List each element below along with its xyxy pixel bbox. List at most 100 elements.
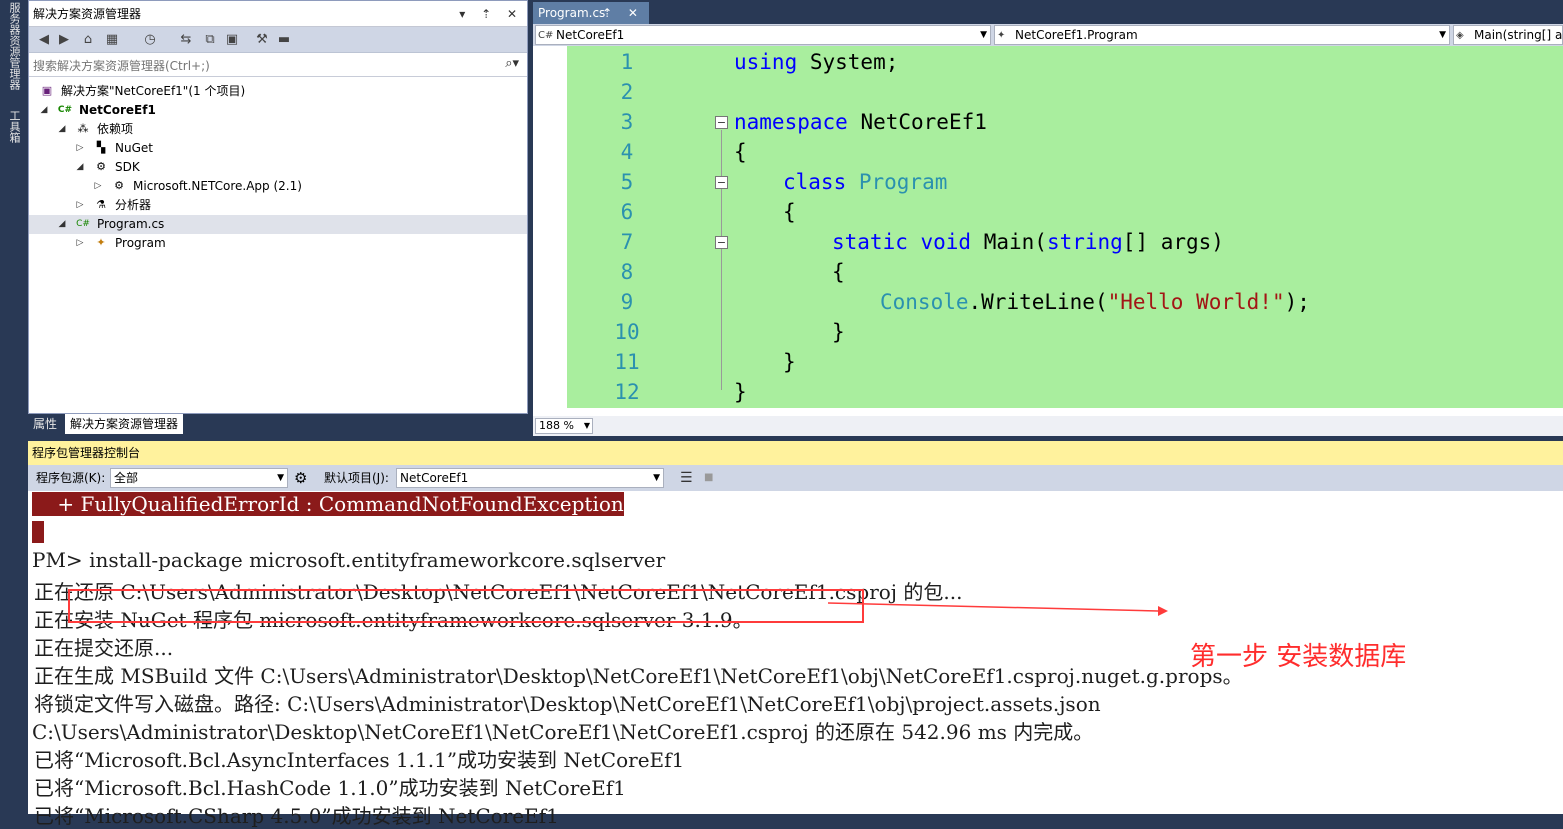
command-line: PM> install-package microsoft.entityfram… — [32, 548, 665, 572]
tab-program-cs[interactable]: Program.cs ⇡ ✕ — [533, 2, 649, 24]
console-output[interactable]: + FullyQualifiedErrorId : CommandNotFoun… — [28, 491, 1563, 828]
project-dropdown[interactable]: C# NetCoreEf1 ▼ — [535, 25, 991, 45]
expand-arrow-icon[interactable]: ◢ — [75, 158, 85, 177]
collapse-arrow-icon[interactable]: ▷ — [75, 139, 85, 158]
console-prompt: PM> — [32, 548, 90, 572]
line-number: 1 — [620, 50, 634, 74]
line-number: 4 — [620, 140, 634, 164]
solution-search-box[interactable]: ⌕▾ — [29, 53, 527, 77]
collapse-arrow-icon[interactable]: ▷ — [75, 234, 85, 253]
tab-properties[interactable]: 属性 — [28, 414, 62, 434]
toolbox-tab[interactable]: 工具箱 — [4, 110, 24, 143]
code-area[interactable]: 1 2 3 4 5 6 7 8 9 10 11 12 − − − using S… — [567, 46, 1563, 408]
line-number: 5 — [620, 170, 634, 194]
sync-icon[interactable]: ⇆ — [177, 31, 195, 49]
package-manager-console: 程序包管理器控制台 程序包源(K): 全部 ▼ ⚙ 默认项目(J): NetCo… — [28, 441, 1563, 828]
member-dropdown[interactable]: ◈ Main(string[] ar — [1453, 25, 1563, 45]
chevron-down-icon: ▼ — [1439, 30, 1446, 40]
default-project-label: 默认项目(J): — [324, 471, 389, 485]
code-editor[interactable]: 1 2 3 4 5 6 7 8 9 10 11 12 − − − using S… — [533, 46, 1563, 416]
line-number: 12 — [614, 380, 640, 404]
back-icon[interactable]: ◀ — [35, 31, 53, 49]
expand-arrow-icon[interactable]: ◢ — [39, 101, 49, 120]
tree-item-solution[interactable]: ▣ 解决方案"NetCoreEf1"(1 个项目) — [29, 82, 527, 101]
gear-icon[interactable]: ⚙ — [294, 465, 307, 491]
code-line-10: } — [832, 320, 845, 344]
tree-item-nuget[interactable]: ▷ ▚ NuGet — [29, 139, 527, 158]
properties-wrench-icon[interactable]: ⚒ — [253, 31, 271, 49]
solution-explorer-title-bar: 解决方案资源管理器 ▾ ⇡ ✕ — [29, 1, 527, 27]
class-icon: ✦ — [997, 30, 1006, 41]
line-number: 3 — [620, 110, 634, 134]
output-line: C:\Users\Administrator\Desktop\NetCoreEf… — [32, 720, 1094, 744]
output-line: 已将“Microsoft.CSharp 4.5.0”成功安装到 NetCoreE… — [34, 804, 559, 828]
show-all-files-icon[interactable]: ▣ — [223, 31, 241, 49]
fold-collapse-icon[interactable]: − — [715, 116, 728, 129]
annotation-text: 第一步 安装数据库 — [1190, 642, 1407, 672]
zoom-dropdown[interactable]: 188 % ▼ — [535, 418, 593, 434]
method-icon: ◈ — [1456, 30, 1464, 41]
code-line-6: { — [783, 200, 796, 224]
editor-left-margin — [533, 46, 567, 416]
forward-icon[interactable]: ▶ — [55, 31, 73, 49]
output-line: 正在生成 MSBuild 文件 C:\Users\Administrator\D… — [34, 664, 1243, 688]
collapse-arrow-icon[interactable]: ▷ — [93, 177, 103, 196]
editor-horizontal-scrollbar[interactable]: 188 % ▼ — [533, 416, 1563, 436]
dependencies-icon: ⁂ — [77, 122, 89, 135]
line-number: 8 — [620, 260, 634, 284]
tree-item-netcore-app[interactable]: ▷ ⚙ Microsoft.NETCore.App (2.1) — [29, 177, 527, 196]
line-number: 9 — [620, 290, 634, 314]
tree-item-project[interactable]: ◢ C# NetCoreEf1 — [29, 101, 527, 120]
collapse-arrow-icon[interactable]: ▷ — [75, 196, 85, 215]
tree-item-sdk[interactable]: ◢ ⚙ SDK — [29, 158, 527, 177]
csharp-project-icon: C# — [538, 30, 554, 41]
output-line: 正在提交还原... — [34, 636, 174, 660]
pmc-toolbar: 程序包源(K): 全部 ▼ ⚙ 默认项目(J): NetCoreEf1 ▼ ☰ … — [28, 465, 1563, 491]
clear-console-icon[interactable]: ☰ — [680, 465, 693, 491]
home-icon[interactable]: ⌂ — [79, 31, 97, 49]
annotation-highlight-box — [68, 589, 864, 623]
nuget-icon: ▚ — [96, 141, 106, 154]
csharp-project-icon: C# — [57, 105, 73, 115]
package-source-dropdown[interactable]: 全部 ▼ — [110, 468, 288, 488]
tree-item-program-cs[interactable]: ◢ C# Program.cs — [29, 215, 527, 234]
server-explorer-tab[interactable]: 服务器资源管理器 — [4, 2, 24, 90]
error-cursor-block — [32, 521, 44, 543]
solution-explorer-title: 解决方案资源管理器 — [33, 7, 142, 21]
sdk-icon: ⚙ — [114, 179, 124, 192]
tab-pin-close-icon[interactable]: ⇡ ✕ — [602, 2, 644, 24]
editor-navigation-bar: C# NetCoreEf1 ▼ ✦ NetCoreEf1.Program ▼ ◈… — [533, 24, 1563, 46]
type-dropdown[interactable]: ✦ NetCoreEf1.Program ▼ — [994, 25, 1450, 45]
default-project-dropdown[interactable]: NetCoreEf1 ▼ — [396, 468, 664, 488]
solution-tree: ▣ 解决方案"NetCoreEf1"(1 个项目) ◢ C# NetCoreEf… — [29, 79, 527, 279]
code-line-1: using System; — [734, 50, 899, 74]
package-source-label: 程序包源(K): — [36, 471, 106, 485]
sdk-icon: ⚙ — [96, 160, 106, 173]
switch-views-icon[interactable]: ▦ — [103, 31, 121, 49]
solution-icon: ▣ — [41, 84, 53, 97]
solution-search-input[interactable] — [31, 55, 495, 77]
solution-explorer-bottom-tabs: 属性 解决方案资源管理器 — [28, 414, 528, 436]
expand-arrow-icon[interactable]: ◢ — [57, 120, 67, 139]
output-line: 已将“Microsoft.Bcl.AsyncInterfaces 1.1.1”成… — [34, 748, 685, 772]
code-line-7: static void Main(string[] args) — [832, 230, 1224, 254]
tree-item-analyzers[interactable]: ▷ ⚗ 分析器 — [29, 196, 527, 215]
tree-item-program-class[interactable]: ▷ ✦ Program — [29, 234, 527, 253]
tree-item-dependencies[interactable]: ◢ ⁂ 依赖项 — [29, 120, 527, 139]
collapse-all-icon[interactable]: ⧉ — [201, 31, 219, 49]
panel-window-buttons[interactable]: ▾ ⇡ ✕ — [459, 1, 523, 27]
code-line-9: Console.WriteLine("Hello World!"); — [880, 290, 1310, 314]
left-tool-strip: 服务器资源管理器 工具箱 — [0, 0, 28, 440]
preview-icon[interactable]: ▬ — [275, 31, 293, 49]
solution-explorer-panel: 解决方案资源管理器 ▾ ⇡ ✕ ◀ ▶ ⌂ ▦ ◷ ⇆ ⧉ ▣ ⚒ ▬ ⌕▾ ▣… — [28, 0, 528, 414]
fold-collapse-icon[interactable]: − — [715, 236, 728, 249]
stop-icon[interactable]: ■ — [704, 465, 713, 491]
history-icon[interactable]: ◷ — [141, 31, 159, 49]
fold-collapse-icon[interactable]: − — [715, 176, 728, 189]
chevron-down-icon: ▼ — [583, 421, 590, 430]
search-icon[interactable]: ⌕▾ — [505, 56, 519, 71]
tab-solution-explorer[interactable]: 解决方案资源管理器 — [65, 414, 184, 434]
line-number: 10 — [614, 320, 640, 344]
expand-arrow-icon[interactable]: ◢ — [57, 215, 67, 234]
code-line-5: class Program — [783, 170, 948, 194]
